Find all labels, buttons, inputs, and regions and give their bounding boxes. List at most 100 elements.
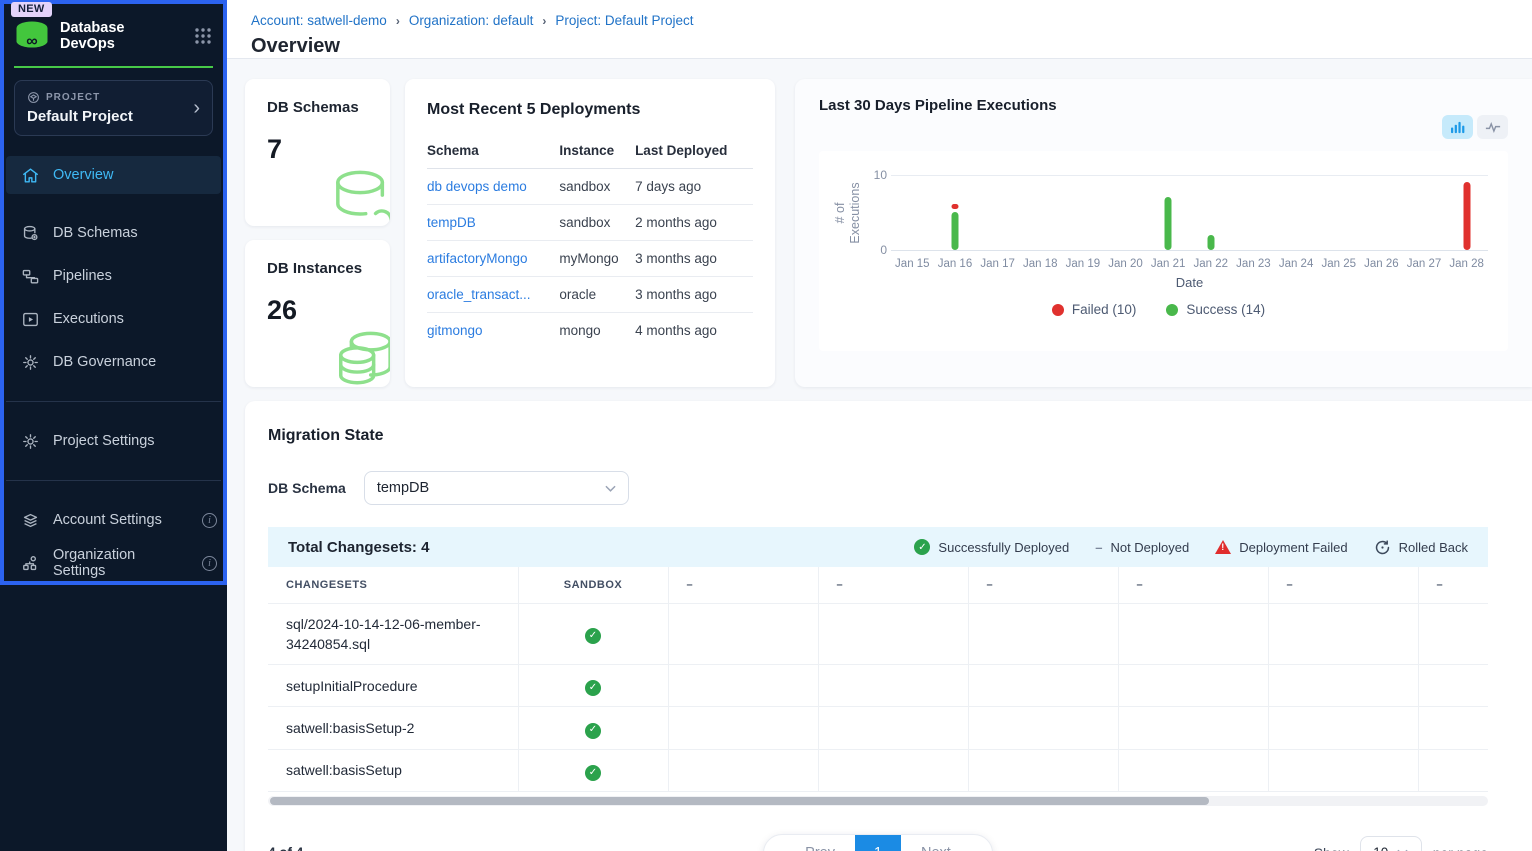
- project-name: Default Project: [27, 108, 200, 125]
- db-icon: [21, 224, 40, 243]
- deployment-row: tempDBsandbox2 months ago: [427, 205, 753, 241]
- sidebar-item-db-schemas[interactable]: DB Schemas: [6, 214, 221, 252]
- success-bar: [1207, 235, 1214, 250]
- sidebar-item-pipelines[interactable]: Pipelines: [6, 257, 221, 295]
- breadcrumb: Account: satwell-demo›Organization: defa…: [251, 13, 1508, 28]
- per-page-label: per page: [1433, 845, 1488, 851]
- line-chart-toggle-button[interactable]: [1477, 115, 1508, 139]
- empty-status-cell: [1118, 707, 1268, 749]
- rollback-icon: [1374, 539, 1391, 556]
- pagination-bar: 4 of 4 ←Prev 1 Next→ Show 10 per page: [268, 834, 1488, 851]
- sidebar-item-executions[interactable]: Executions: [6, 300, 221, 338]
- changesets-table-scroll[interactable]: CHANGESETSSANDBOX–––––– sql/2024-10-14-1…: [268, 567, 1488, 792]
- success-bar: [951, 212, 958, 250]
- sidebar-item-overview[interactable]: Overview: [6, 156, 221, 194]
- sandbox-status-cell: ✓: [518, 665, 668, 707]
- status-legend: ✓Successfully Deployed–Not DeployedDeplo…: [914, 539, 1468, 556]
- dash-icon: –: [1095, 540, 1102, 555]
- page-size-value: 10: [1373, 845, 1388, 851]
- schema-link[interactable]: gitmongo: [427, 323, 483, 338]
- gear-icon: [21, 353, 40, 372]
- status-legend-label: Not Deployed: [1110, 540, 1189, 555]
- empty-status-cell: [1118, 749, 1268, 791]
- gear-icon: [21, 432, 40, 451]
- arrow-left-icon: ←: [784, 845, 799, 851]
- sidebar-item-organization-settings[interactable]: Organization Settingsi: [6, 544, 221, 582]
- empty-status-cell: [968, 749, 1118, 791]
- sidebar-item-project-settings[interactable]: Project Settings: [6, 422, 221, 460]
- db-single-icon: [331, 168, 390, 226]
- deployments-column-header: Instance: [559, 135, 635, 169]
- stat-value: 26: [267, 295, 390, 326]
- breadcrumb-link[interactable]: Project: Default Project: [555, 13, 693, 28]
- horizontal-scrollbar[interactable]: [268, 796, 1488, 806]
- check-circle-icon: ✓: [585, 765, 601, 781]
- main-area: Account: satwell-demo›Organization: defa…: [227, 0, 1532, 851]
- db-schema-select[interactable]: tempDB: [364, 471, 629, 505]
- stat-card-db-instances: DB Instances26: [245, 240, 390, 387]
- changesets-column-header: –: [1418, 567, 1488, 603]
- y-tick-0: 0: [867, 243, 887, 257]
- changesets-table: CHANGESETSSANDBOX–––––– sql/2024-10-14-1…: [268, 567, 1488, 792]
- sidebar: NEW ∞ Database DevOps PROJECT: [0, 0, 227, 851]
- sidebar-item-label: Pipelines: [53, 268, 217, 284]
- x-tick-label: Jan 17: [976, 258, 1019, 270]
- page-size-select[interactable]: 10: [1360, 836, 1422, 851]
- schema-link[interactable]: oracle_transact...: [427, 287, 531, 302]
- changesets-header-row: CHANGESETSSANDBOX––––––: [268, 567, 1488, 603]
- sidebar-divider-green: [14, 66, 213, 68]
- bar-chart-toggle-button[interactable]: [1442, 115, 1473, 139]
- db-schema-label: DB Schema: [268, 480, 346, 496]
- changeset-row: satwell:basisSetup-2✓: [268, 707, 1488, 749]
- migration-title: Migration State: [268, 427, 1510, 445]
- legend-dot-icon: [1166, 304, 1178, 316]
- breadcrumb-link[interactable]: Account: satwell-demo: [251, 13, 387, 28]
- apps-grid-icon[interactable]: [193, 26, 213, 46]
- empty-status-cell: [1418, 665, 1488, 707]
- instance-cell: myMongo: [559, 241, 635, 277]
- prev-page-button[interactable]: ←Prev: [764, 835, 855, 851]
- empty-status-cell: [668, 603, 818, 665]
- empty-status-cell: [668, 665, 818, 707]
- last-deployed-cell: 7 days ago: [635, 169, 753, 205]
- deployments-column-header: Schema: [427, 135, 559, 169]
- instance-cell: sandbox: [559, 205, 635, 241]
- chart-type-toggles: [1442, 115, 1508, 139]
- deployments-title: Most Recent 5 Deployments: [427, 101, 753, 119]
- page-number-button[interactable]: 1: [855, 834, 901, 851]
- schema-link[interactable]: db devops demo: [427, 179, 527, 194]
- info-icon[interactable]: i: [202, 556, 217, 571]
- stat-value: 7: [267, 134, 390, 165]
- deployment-row: oracle_transact...oracle3 months ago: [427, 277, 753, 313]
- last-deployed-cell: 3 months ago: [635, 241, 753, 277]
- breadcrumb-link[interactable]: Organization: default: [409, 13, 534, 28]
- stat-label: DB Schemas: [267, 99, 390, 116]
- warning-triangle-icon: [1215, 540, 1231, 554]
- row-count-label: 4 of 4: [268, 845, 488, 851]
- scrollbar-thumb[interactable]: [270, 797, 1209, 805]
- x-tick-label: Jan 25: [1317, 258, 1360, 270]
- project-label: PROJECT: [46, 92, 100, 103]
- deployments-column-header: Last Deployed: [635, 135, 753, 169]
- chevron-right-icon: ›: [193, 98, 200, 118]
- empty-status-cell: [818, 665, 968, 707]
- schema-link[interactable]: artifactoryMongo: [427, 251, 528, 266]
- sidebar-item-account-settings[interactable]: Account Settings i: [6, 501, 221, 539]
- sidebar-item-db-governance[interactable]: DB Governance: [6, 343, 221, 381]
- project-selector[interactable]: PROJECT Default Project ›: [14, 80, 213, 136]
- empty-status-cell: [1118, 603, 1268, 665]
- sidebar-item-label: Overview: [53, 167, 217, 183]
- info-icon[interactable]: i: [202, 513, 217, 528]
- stat-card-db-schemas: DB Schemas 7: [245, 79, 390, 226]
- total-changesets-label: Total Changesets: 4: [288, 539, 429, 556]
- chart-legend-item: Success (14): [1166, 302, 1265, 317]
- next-page-button[interactable]: Next→: [901, 835, 992, 851]
- schema-link[interactable]: tempDB: [427, 215, 476, 230]
- sidebar-divider: [6, 401, 221, 402]
- sidebar-item-label: Project Settings: [53, 433, 217, 449]
- changeset-name-cell: satwell:basisSetup-2: [268, 707, 518, 749]
- sidebar-item-label: Account Settings: [53, 512, 189, 528]
- page-content: DB Schemas 7 DB Instances26 Most Recent 5 …: [227, 59, 1532, 851]
- chart-plot: 10 0: [891, 175, 1488, 251]
- empty-status-cell: [968, 603, 1118, 665]
